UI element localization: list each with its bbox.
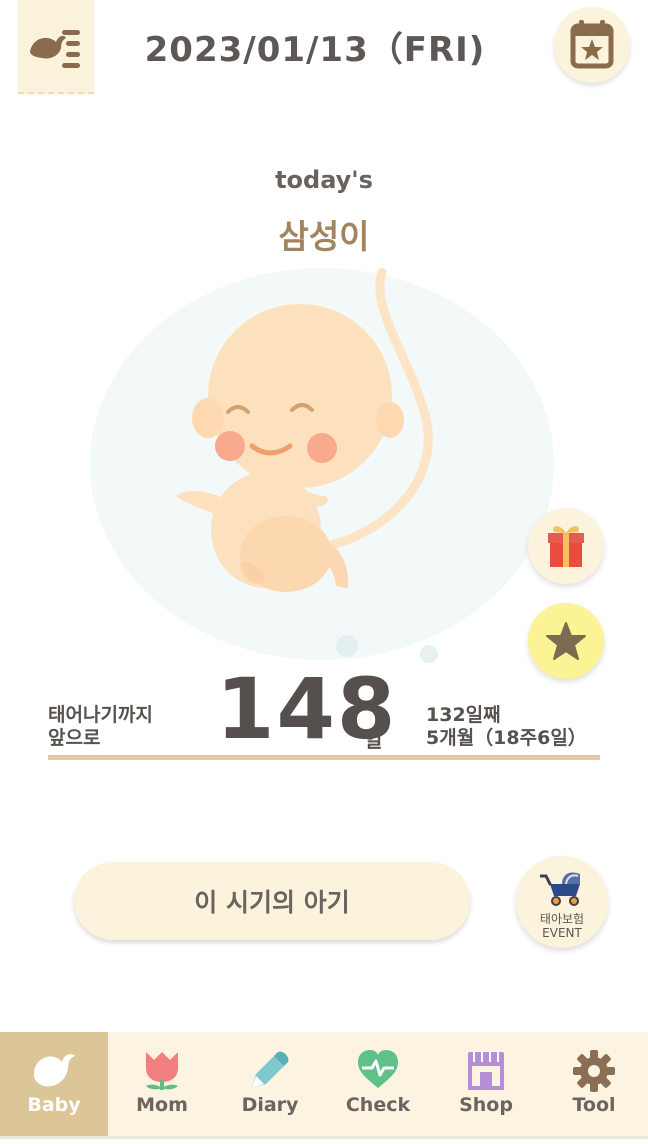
bottom-tab-bar: Baby Mom Diary Check Shop Tool — [0, 1032, 648, 1139]
baby-this-period-button[interactable]: 이 시기의 아기 — [74, 862, 470, 940]
calendar-button[interactable] — [554, 7, 630, 83]
tab-baby-label: Baby — [27, 1094, 81, 1116]
pregnancy-progress: 132일째 5개월（18주6일） — [426, 704, 587, 750]
insurance-event-button[interactable]: 태아보험 EVENT — [516, 856, 608, 948]
todays-label: today's — [275, 166, 373, 194]
date-title: 2023/01/13（FRI) — [144, 30, 486, 70]
stroller-icon — [540, 872, 580, 906]
countdown-left-line2: 앞으로 — [48, 727, 101, 749]
tab-diary[interactable]: Diary — [216, 1032, 324, 1136]
tab-baby[interactable]: Baby — [0, 1032, 108, 1136]
baby-name: 삼성이 — [278, 217, 370, 256]
menu-button[interactable] — [18, 0, 94, 94]
countdown-divider — [48, 755, 600, 760]
fetus-illustration — [90, 268, 554, 663]
tab-check-label: Check — [345, 1094, 411, 1116]
tab-tool[interactable]: Tool — [540, 1032, 648, 1136]
calendar-star-icon — [570, 20, 614, 69]
months-weeks: 5개월（18주6일） — [426, 727, 587, 749]
gear-icon — [573, 1050, 615, 1092]
tab-diary-label: Diary — [241, 1094, 299, 1116]
tab-shop[interactable]: Shop — [432, 1032, 540, 1136]
event-label-line2: EVENT — [542, 926, 582, 940]
gift-icon — [548, 526, 584, 567]
tab-mom-label: Mom — [136, 1094, 188, 1116]
shop-icon — [468, 1052, 504, 1090]
days-unit: 일 — [364, 728, 383, 752]
gift-button[interactable] — [528, 508, 604, 584]
tab-mom[interactable]: Mom — [108, 1032, 216, 1136]
star-icon — [546, 622, 586, 660]
pencil-icon — [252, 1051, 289, 1088]
bird-icon — [33, 1054, 75, 1087]
event-label-line1: 태아보험 — [539, 912, 585, 926]
countdown-left: 태어나기까지 앞으로 — [48, 704, 153, 750]
bird-list-icon — [30, 30, 80, 68]
tulip-icon — [146, 1052, 178, 1090]
days-elapsed: 132일째 — [426, 704, 501, 726]
tab-shop-label: Shop — [459, 1094, 513, 1116]
heart-pulse-icon — [358, 1050, 398, 1088]
countdown-left-line1: 태어나기까지 — [48, 704, 153, 726]
tab-check[interactable]: Check — [324, 1032, 432, 1136]
favorite-button[interactable] — [528, 603, 604, 679]
tab-tool-label: Tool — [572, 1094, 616, 1116]
